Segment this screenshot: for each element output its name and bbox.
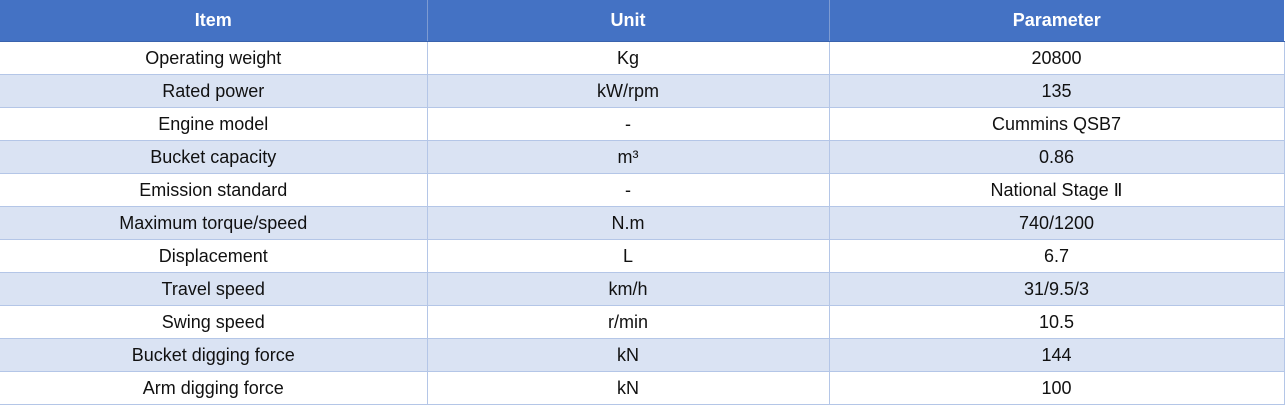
table-row: Operating weight Kg 20800 [0, 41, 1285, 75]
table-body: Operating weight Kg 20800 Rated power kW… [0, 41, 1285, 405]
cell-item: Engine model [0, 107, 428, 141]
cell-parameter: 31/9.5/3 [829, 272, 1285, 306]
cell-item: Arm digging force [0, 371, 428, 405]
cell-parameter: 144 [829, 338, 1285, 372]
table-row: Travel speed km/h 31/9.5/3 [0, 272, 1285, 306]
cell-parameter: 10.5 [829, 305, 1285, 339]
header-row: Item Unit Parameter [0, 0, 1284, 42]
cell-unit: - [427, 173, 830, 207]
cell-unit: r/min [427, 305, 830, 339]
header-item: Item [0, 0, 428, 42]
cell-parameter: Cummins QSB7 [829, 107, 1285, 141]
table-row: Rated power kW/rpm 135 [0, 74, 1285, 108]
table-row: Engine model - Cummins QSB7 [0, 107, 1285, 141]
cell-parameter: 100 [829, 371, 1285, 405]
header-unit: Unit [427, 0, 830, 42]
cell-item: Rated power [0, 74, 428, 108]
spec-table: Item Unit Parameter Operating weight Kg … [0, 0, 1285, 405]
cell-item: Displacement [0, 239, 428, 273]
cell-unit: Kg [427, 41, 830, 75]
cell-item: Bucket digging force [0, 338, 428, 372]
table-row: Emission standard - National Stage Ⅱ [0, 173, 1285, 207]
cell-unit: kN [427, 371, 830, 405]
cell-parameter: 6.7 [829, 239, 1285, 273]
cell-unit: km/h [427, 272, 830, 306]
cell-item: Swing speed [0, 305, 428, 339]
cell-unit: kW/rpm [427, 74, 830, 108]
cell-unit: N.m [427, 206, 830, 240]
cell-parameter: National Stage Ⅱ [829, 173, 1285, 207]
table-row: Bucket capacity m³ 0.86 [0, 140, 1285, 174]
table-row: Swing speed r/min 10.5 [0, 305, 1285, 339]
cell-item: Emission standard [0, 173, 428, 207]
header-parameter: Parameter [829, 0, 1284, 42]
cell-unit: kN [427, 338, 830, 372]
cell-unit: L [427, 239, 830, 273]
cell-item: Bucket capacity [0, 140, 428, 174]
cell-parameter: 740/1200 [829, 206, 1285, 240]
table-row: Maximum torque/speed N.m 740/1200 [0, 206, 1285, 240]
cell-item: Operating weight [0, 41, 428, 75]
cell-item: Travel speed [0, 272, 428, 306]
table-row: Displacement L 6.7 [0, 239, 1285, 273]
table-header: Item Unit Parameter [0, 0, 1284, 42]
cell-parameter: 0.86 [829, 140, 1285, 174]
cell-parameter: 20800 [829, 41, 1285, 75]
table-row: Bucket digging force kN 144 [0, 338, 1285, 372]
cell-parameter: 135 [829, 74, 1285, 108]
cell-item: Maximum torque/speed [0, 206, 428, 240]
table-row: Arm digging force kN 100 [0, 371, 1285, 405]
cell-unit: - [427, 107, 830, 141]
cell-unit: m³ [427, 140, 830, 174]
